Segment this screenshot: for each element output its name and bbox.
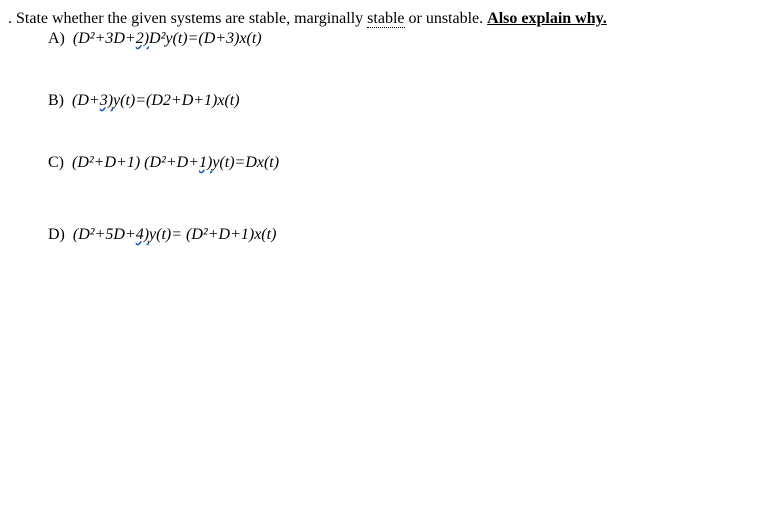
eq-c-p2: y(t)=Dx(t) (212, 154, 279, 171)
label-d: D) (48, 226, 65, 243)
eq-a-p2: D²y(t)=(D+3)x(t) (149, 30, 262, 47)
eq-d-p2: y(t)= (D²+D+1)x(t) (149, 226, 276, 243)
item-b: B) (D+3)y(t)=(D2+D+1)x(t) (48, 92, 770, 110)
question-intro: . State whether the given systems are st… (8, 10, 770, 28)
eq-b-p2: y(t)=(D2+D+1)x(t) (113, 92, 240, 109)
item-c: C) (D²+D+1) (D²+D+1)y(t)=Dx(t) (48, 154, 770, 172)
item-a: A) (D²+3D+2)D²y(t)=(D+3)x(t) (48, 30, 770, 48)
label-a: A) (48, 30, 65, 47)
intro-text-2: or unstable. (405, 10, 488, 27)
item-d: D) (D²+5D+4)y(t)= (D²+D+1)x(t) (48, 226, 770, 244)
eq-b-num: 3) (100, 92, 113, 109)
eq-d-p1: (D²+5D+ (73, 226, 136, 243)
eq-d-num: 4) (136, 226, 149, 243)
eq-b-p1: (D+ (72, 92, 100, 109)
intro-text-1: . State whether the given systems are st… (8, 10, 367, 27)
label-c: C) (48, 154, 64, 171)
label-b: B) (48, 92, 64, 109)
eq-c-num: 1) (199, 154, 212, 171)
eq-c-p1: (D²+D+1) (D²+D+ (72, 154, 199, 171)
intro-stable-word: stable (367, 10, 404, 28)
intro-explain: Also explain why. (487, 10, 607, 27)
eq-a-p1: (D²+3D+ (73, 30, 136, 47)
eq-a-num: 2) (136, 30, 149, 47)
